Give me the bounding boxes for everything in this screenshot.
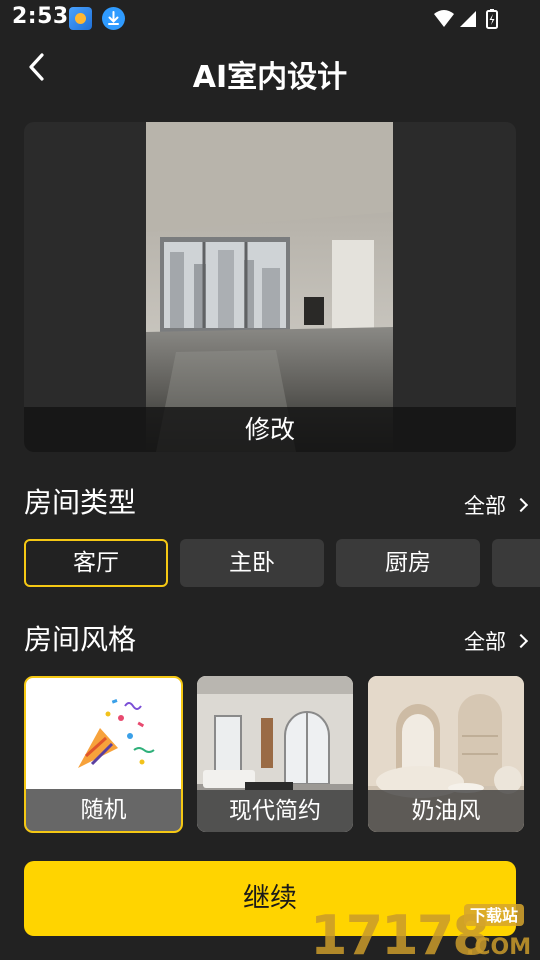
photo-app-icon [69, 7, 92, 30]
chip-living-room[interactable]: 客厅 [24, 539, 168, 587]
status-time: 2:53 [12, 4, 69, 29]
watermark-number: 17178 [310, 904, 488, 960]
watermark-logo: 17178 下载站 .COM [310, 904, 531, 960]
status-icons [432, 8, 502, 30]
room-style-all-label: 全部 [464, 630, 506, 654]
chip-kitchen[interactable]: 厨房 [336, 539, 480, 587]
room-style-all-link[interactable]: 全部 [464, 626, 529, 656]
screen: 2:53 AI室内设计 修改 房间类型 全部 客厅 主卧 厨房 房间风格 全部 … [0, 0, 540, 960]
battery-icon [486, 9, 498, 29]
room-style-cards: 随机 现代简约 奶油风 [24, 676, 540, 833]
room-type-title: 房间类型 [24, 486, 137, 519]
watermark-domain: .COM [466, 935, 531, 960]
room-photo [146, 122, 393, 452]
room-type-chips: 客厅 主卧 厨房 [24, 539, 540, 587]
signal-icon [460, 11, 476, 27]
status-bar: 2:53 [0, 0, 540, 36]
style-label-cream: 奶油风 [368, 790, 524, 832]
party-popper-icon [78, 699, 155, 768]
room-type-all-link[interactable]: 全部 [464, 490, 529, 520]
room-type-all-label: 全部 [464, 494, 506, 518]
wifi-icon [434, 10, 454, 27]
chevron-right-icon [513, 633, 529, 649]
style-label-random: 随机 [26, 789, 181, 831]
page-title: AI室内设计 [192, 60, 348, 95]
watermark-site: 下载站 [470, 906, 518, 925]
edit-button[interactable]: 修改 [24, 407, 516, 452]
chip-master-bedroom[interactable]: 主卧 [180, 539, 324, 587]
style-label-modern-minimal: 现代简约 [197, 790, 353, 832]
style-card-modern-minimal[interactable]: 现代简约 [197, 676, 353, 832]
style-card-cream[interactable]: 奶油风 [368, 676, 524, 832]
download-icon [102, 7, 125, 30]
style-card-random[interactable]: 随机 [24, 676, 183, 833]
chevron-right-icon [513, 497, 529, 513]
header: AI室内设计 [0, 40, 540, 102]
chip-partial[interactable] [492, 539, 540, 587]
room-style-title: 房间风格 [24, 623, 137, 656]
preview-card: 修改 [24, 122, 516, 452]
